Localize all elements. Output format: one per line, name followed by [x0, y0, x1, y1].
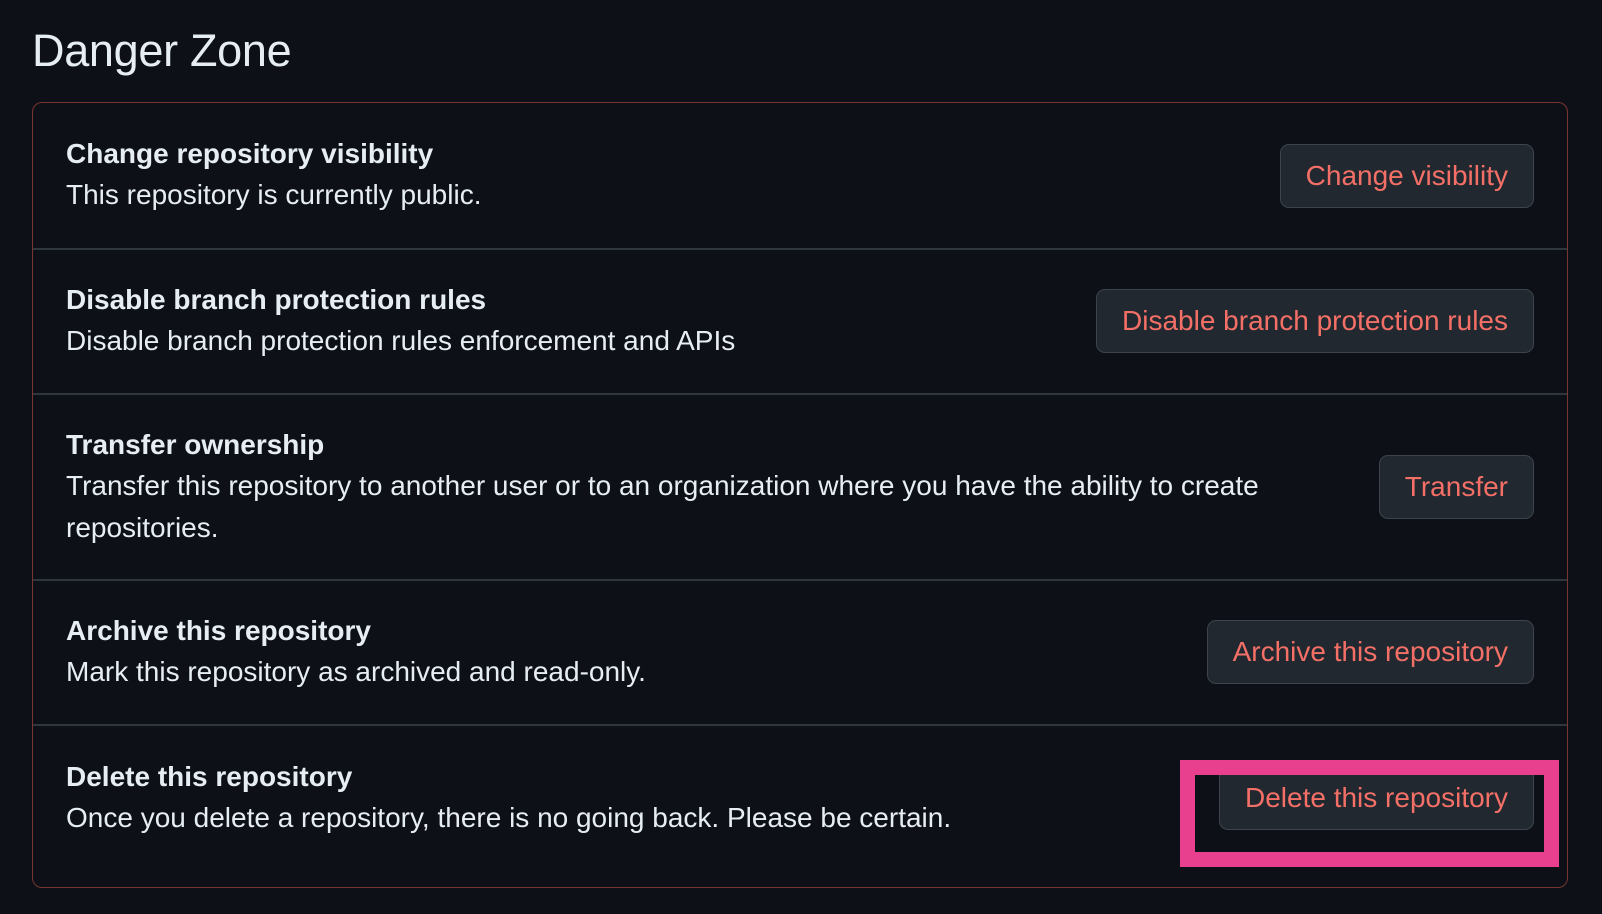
danger-row-delete: Delete this repository Once you delete a… [33, 725, 1567, 887]
danger-row-disable-branch-protection: Disable branch protection rules Disable … [33, 249, 1567, 393]
row-title: Delete this repository [66, 761, 353, 792]
row-text: Delete this repository Once you delete a… [66, 757, 951, 839]
row-text: Archive this repository Mark this reposi… [66, 611, 646, 693]
row-description: Once you delete a repository, there is n… [66, 802, 952, 833]
row-description: Disable branch protection rules enforcem… [66, 325, 736, 356]
row-text: Transfer ownership Transfer this reposit… [66, 425, 1306, 549]
row-description: This repository is currently public. [66, 178, 482, 210]
settings-page: Danger Zone Change repository visibility… [0, 0, 1602, 914]
danger-row-archive: Archive this repository Mark this reposi… [33, 580, 1567, 724]
archive-repository-button[interactable]: Archive this repository [1206, 620, 1534, 684]
row-text: Disable branch protection rules Disable … [66, 280, 735, 362]
danger-row-change-visibility: Change repository visibility This reposi… [33, 103, 1567, 248]
danger-zone-box: Change repository visibility This reposi… [32, 102, 1568, 888]
disable-branch-protection-button[interactable]: Disable branch protection rules [1096, 289, 1534, 353]
change-visibility-button[interactable]: Change visibility [1279, 143, 1534, 208]
row-title: Transfer ownership [66, 428, 325, 460]
danger-row-transfer-ownership: Transfer ownership Transfer this reposit… [33, 394, 1567, 579]
row-description: Mark this repository as archived and rea… [66, 656, 646, 687]
delete-repository-button[interactable]: Delete this repository [1218, 766, 1534, 830]
row-text: Change repository visibility This reposi… [66, 134, 481, 216]
row-title: Disable branch protection rules [66, 284, 487, 315]
row-description: Transfer this repository to another user… [66, 469, 1259, 543]
row-title: Change repository visibility [66, 137, 434, 169]
row-title: Archive this repository [66, 615, 371, 646]
transfer-button[interactable]: Transfer [1378, 454, 1534, 519]
danger-zone-heading: Danger Zone [32, 25, 292, 76]
